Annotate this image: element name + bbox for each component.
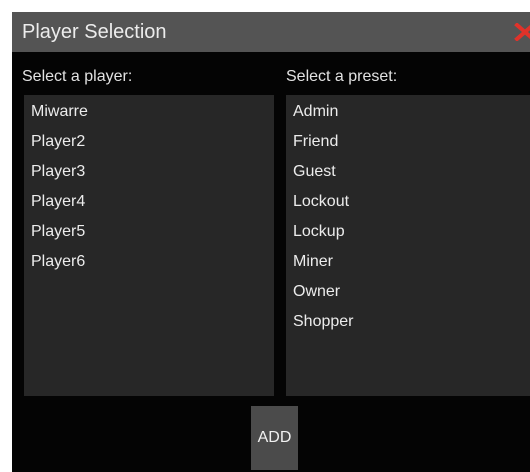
preset-item-admin[interactable]: Admin	[286, 97, 530, 127]
preset-item-lockup[interactable]: Lockup	[286, 217, 530, 247]
preset-item-owner[interactable]: Owner	[286, 277, 530, 307]
player-item-player2[interactable]: Player2	[24, 127, 274, 157]
player-item-player5[interactable]: Player5	[24, 217, 274, 247]
close-button[interactable]	[514, 21, 530, 43]
window-title: Player Selection	[22, 21, 167, 43]
player-list-label: Select a player:	[22, 68, 133, 85]
preset-list-label: Select a preset:	[286, 68, 398, 85]
player-item-player3[interactable]: Player3	[24, 157, 274, 187]
player-item-miwarre[interactable]: Miwarre	[24, 97, 274, 127]
preset-item-friend[interactable]: Friend	[286, 127, 530, 157]
player-item-player4[interactable]: Player4	[24, 187, 274, 217]
preset-item-miner[interactable]: Miner	[286, 247, 530, 277]
player-item-player6[interactable]: Player6	[24, 247, 274, 277]
add-button[interactable]: ADD	[251, 406, 298, 470]
preset-item-guest[interactable]: Guest	[286, 157, 530, 187]
title-bar[interactable]: Player Selection	[12, 12, 530, 52]
preset-item-shopper[interactable]: Shopper	[286, 307, 530, 337]
player-list[interactable]: Miwarre Player2 Player3 Player4 Player5 …	[24, 95, 274, 396]
close-icon	[514, 23, 530, 41]
player-selection-window: Player Selection Select a player: Select…	[12, 12, 530, 472]
preset-item-lockout[interactable]: Lockout	[286, 187, 530, 217]
preset-list[interactable]: Admin Friend Guest Lockout Lockup Miner …	[286, 95, 530, 396]
